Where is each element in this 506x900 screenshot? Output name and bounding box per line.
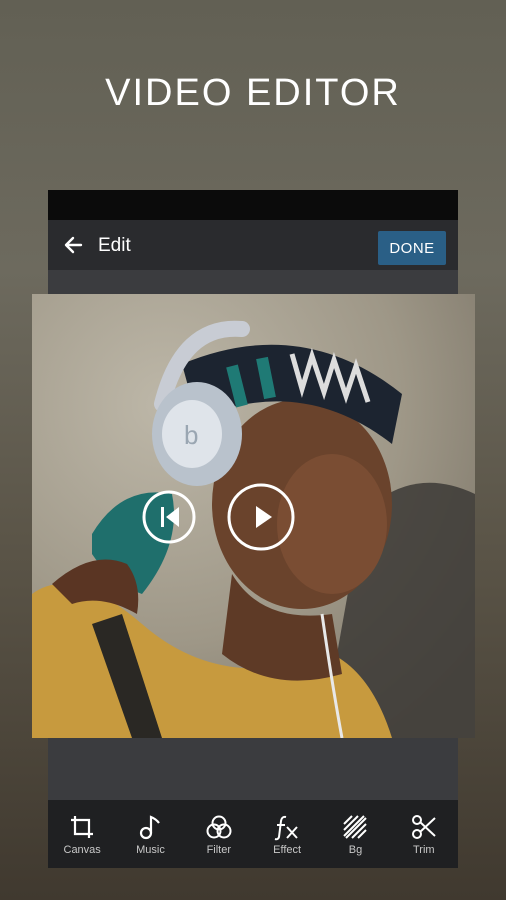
tool-label: Bg (348, 843, 363, 856)
svg-text:b: b (184, 420, 198, 450)
tool-trim[interactable]: Trim (392, 813, 456, 856)
tool-label: Music (136, 843, 165, 856)
status-bar (48, 190, 458, 220)
tool-canvas[interactable]: Canvas (50, 813, 114, 856)
page-title: Edit (98, 235, 131, 256)
timeline-area (48, 738, 458, 800)
video-preview[interactable]: b (32, 294, 475, 738)
fx-icon (274, 815, 298, 840)
tool-label: Trim (413, 843, 435, 856)
scissors-icon (411, 814, 436, 839)
tool-music[interactable]: Music (118, 813, 182, 856)
play-icon[interactable] (229, 485, 293, 549)
back-arrow-icon[interactable] (62, 233, 84, 257)
music-note-icon (140, 814, 161, 839)
editing-toolbar: Canvas Music Filter Effect Bg Trim (48, 800, 458, 868)
promo-headline: VIDEO EDITOR (105, 72, 401, 114)
crop-icon (71, 815, 94, 838)
tool-label: Filter (206, 843, 232, 856)
tool-effect[interactable]: Effect (255, 813, 319, 856)
hatched-background-icon (343, 814, 368, 839)
tool-label: Effect (273, 843, 302, 856)
filter-circles-icon (206, 815, 232, 838)
tool-bg[interactable]: Bg (323, 813, 387, 856)
done-button[interactable]: DONE (378, 231, 446, 265)
tool-filter[interactable]: Filter (187, 813, 251, 856)
tool-label: Canvas (63, 843, 101, 856)
previous-frame-icon[interactable] (144, 492, 194, 542)
app-bar: Edit DONE (48, 220, 458, 270)
